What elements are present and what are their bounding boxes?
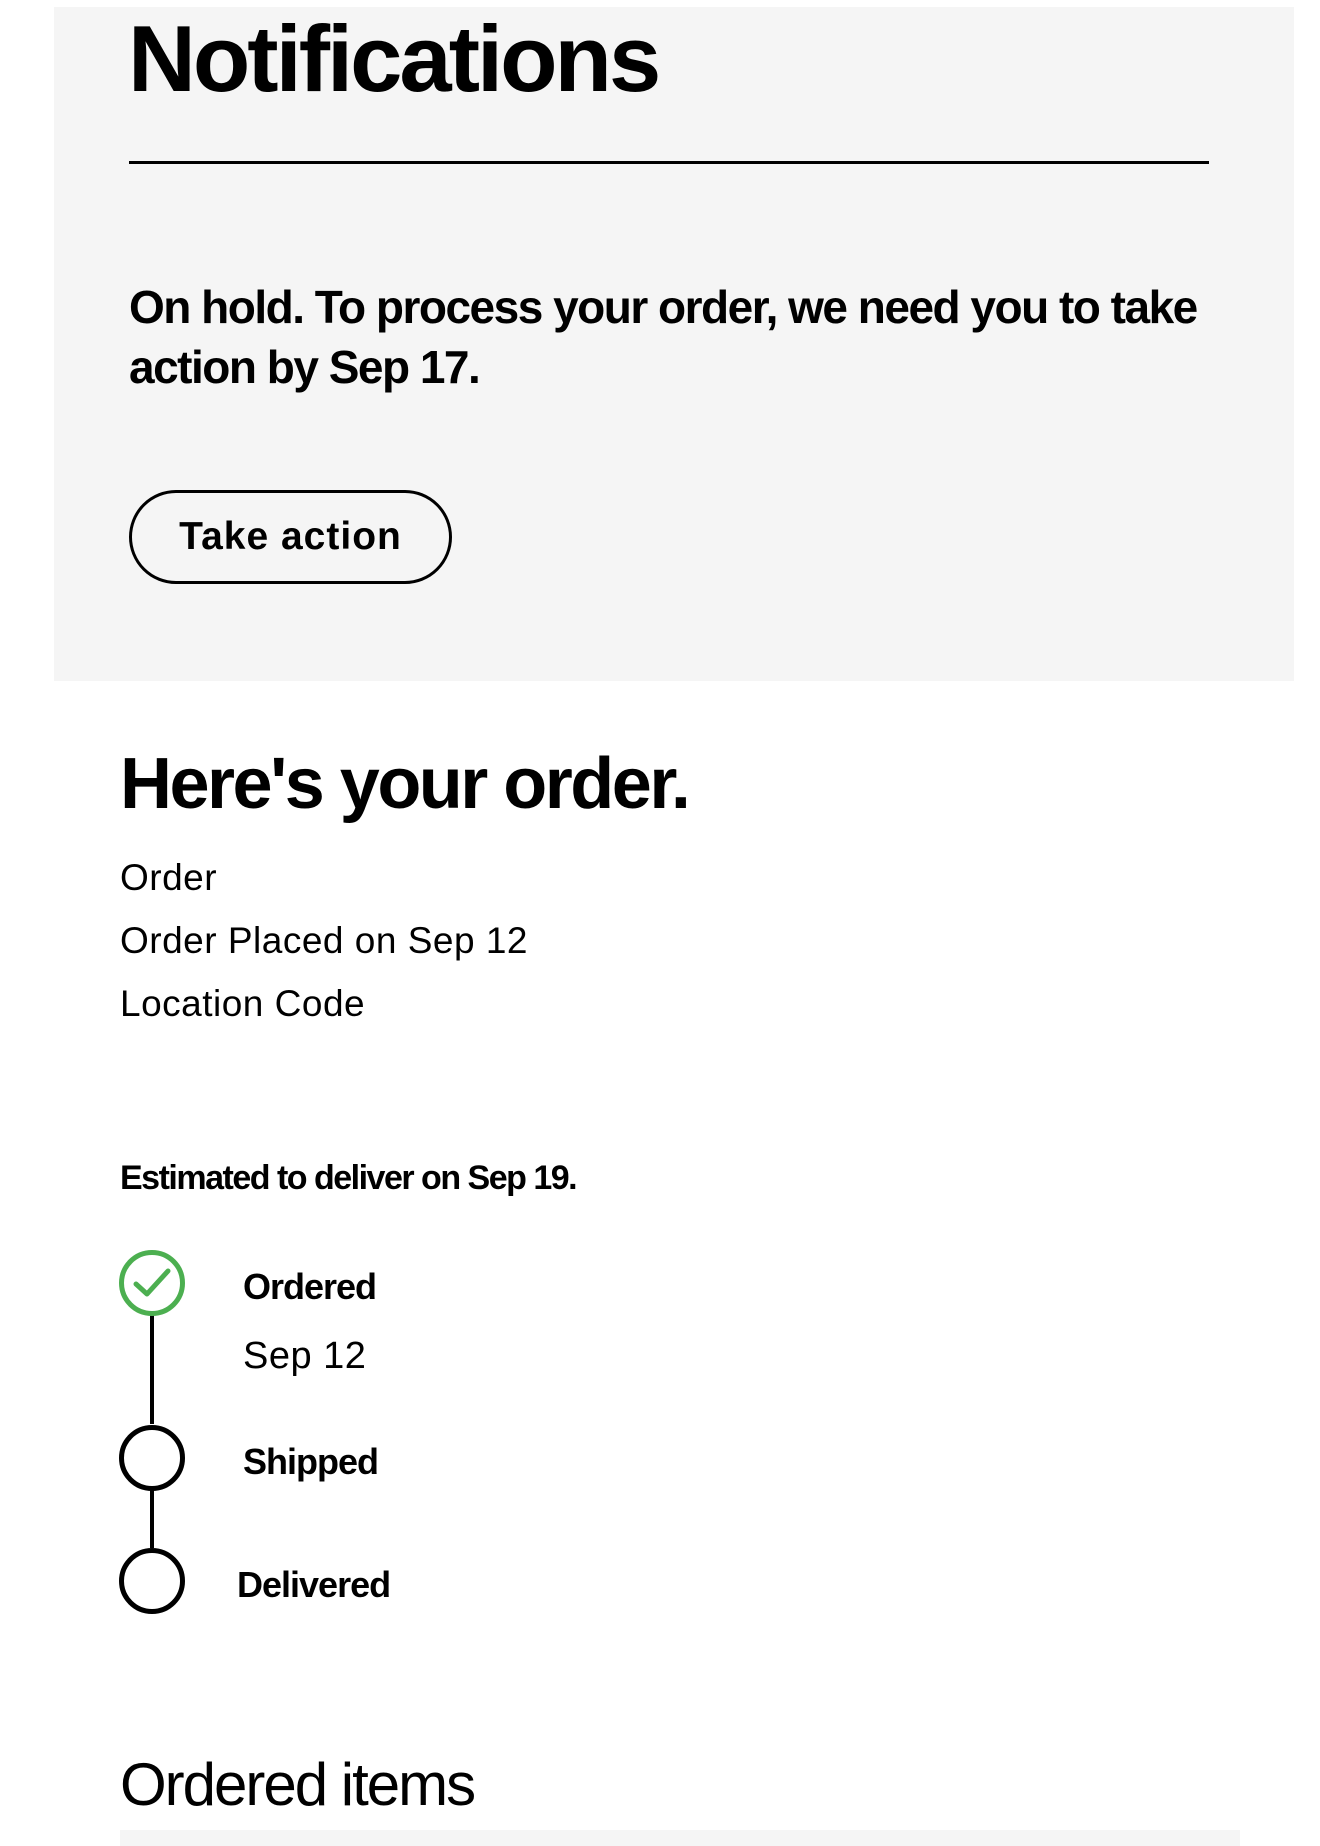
order-placed-date: Order Placed on Sep 12 xyxy=(120,920,528,961)
step-delivered-circle-icon xyxy=(119,1548,185,1614)
timeline-connector xyxy=(150,1490,154,1548)
notifications-divider xyxy=(129,161,1209,164)
location-code-label: Location Code xyxy=(120,983,366,1024)
step-ordered-label: Ordered xyxy=(243,1266,377,1307)
step-ordered-date: Sep 12 xyxy=(243,1335,367,1377)
notifications-title: Notifications xyxy=(128,6,661,111)
ordered-items-heading: Ordered items xyxy=(120,1751,476,1818)
notification-message: On hold. To process your order, we need … xyxy=(129,281,1198,393)
order-number-label: Order xyxy=(120,857,218,898)
checkmark-icon xyxy=(133,1268,171,1297)
step-shipped-label: Shipped xyxy=(243,1441,379,1482)
step-delivered-label: Delivered xyxy=(237,1564,391,1605)
ordered-items-card-edge xyxy=(120,1830,1240,1846)
delivery-estimate: Estimated to deliver on Sep 19. xyxy=(120,1159,578,1197)
notifications-panel: Notifications On hold. To process your o… xyxy=(54,7,1294,681)
step-shipped-circle-icon xyxy=(119,1425,185,1491)
step-ordered-check-icon xyxy=(119,1250,185,1316)
timeline-connector xyxy=(150,1300,154,1424)
take-action-button[interactable]: Take action xyxy=(129,490,452,584)
order-heading: Here's your order. xyxy=(120,744,691,824)
